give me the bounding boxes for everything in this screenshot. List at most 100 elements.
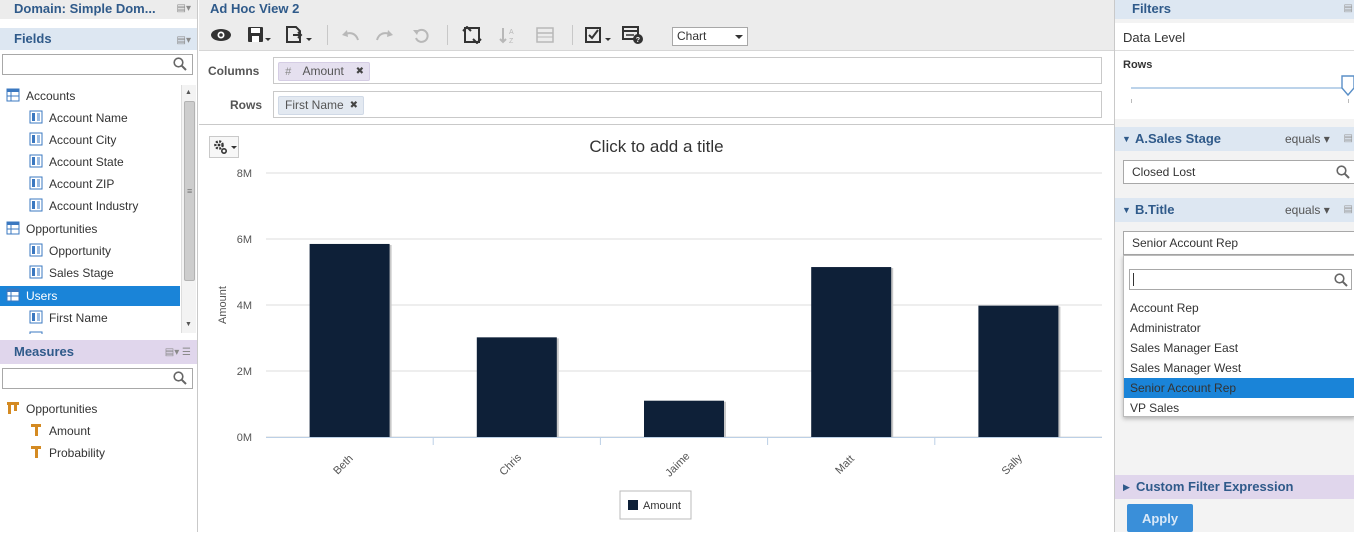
filter-b-operator[interactable]: equals ▾ bbox=[1285, 198, 1330, 222]
fields-scrollbar[interactable]: ▲ ≡ ▼ bbox=[181, 85, 196, 333]
y-tick-label: 0M bbox=[237, 432, 252, 444]
filter-b-option[interactable]: Sales Manager West bbox=[1124, 358, 1354, 378]
x-tick-label: Chris bbox=[497, 451, 524, 478]
filter-b-header[interactable]: ▼ B.Title equals ▾ ▤ bbox=[1115, 198, 1354, 222]
columns-dropzone[interactable]: # Amount ✖ bbox=[273, 57, 1102, 84]
redo-icon[interactable] bbox=[374, 25, 396, 45]
table-layout-icon[interactable] bbox=[533, 25, 557, 45]
field-item[interactable]: Sales Stage bbox=[29, 263, 114, 283]
field-item[interactable]: Account State bbox=[29, 152, 124, 172]
custom-filter-header[interactable]: ▶ Custom Filter Expression bbox=[1115, 475, 1354, 499]
filters-menu-icon[interactable]: ▤ bbox=[1344, 0, 1353, 18]
rows-label: Rows bbox=[230, 98, 263, 112]
measure-item[interactable]: Probability bbox=[29, 443, 105, 463]
filter-b-option[interactable]: Administrator bbox=[1124, 318, 1354, 338]
filter-b-name: B.Title bbox=[1135, 202, 1175, 217]
display-options-icon[interactable] bbox=[583, 25, 613, 45]
tree-item-label: Opportunity bbox=[49, 244, 112, 258]
query-properties-icon[interactable]: ? bbox=[621, 25, 645, 45]
slider-handle[interactable] bbox=[1341, 75, 1354, 97]
domain-title: Domain: Simple Dom... bbox=[14, 1, 156, 16]
field-group[interactable]: Opportunities bbox=[6, 219, 97, 239]
domain-header: Domain: Simple Dom... ▤▾ bbox=[0, 0, 197, 19]
fields-search-input[interactable] bbox=[2, 54, 193, 75]
field-item[interactable]: First Name bbox=[29, 308, 108, 328]
field-item[interactable]: Opportunity bbox=[29, 241, 111, 261]
toolbar: AZ ? Chart bbox=[199, 19, 1114, 51]
preview-eye-icon[interactable] bbox=[209, 25, 233, 45]
column-pill-label: Amount bbox=[302, 64, 344, 78]
apply-button[interactable]: Apply bbox=[1127, 504, 1193, 532]
scrollbar-thumb[interactable]: ≡ bbox=[184, 101, 195, 281]
filter-b-option[interactable]: Account Rep bbox=[1124, 298, 1354, 318]
table-icon bbox=[6, 288, 20, 302]
filter-a-input[interactable]: Closed Lost bbox=[1123, 160, 1354, 184]
field-icon bbox=[29, 110, 43, 124]
chart-title[interactable]: Click to add a title bbox=[199, 137, 1114, 157]
table-icon bbox=[6, 88, 20, 102]
field-group[interactable]: Accounts bbox=[6, 86, 75, 106]
filter-b-option[interactable]: VP Sales bbox=[1124, 398, 1354, 418]
field-item[interactable]: Account City bbox=[29, 130, 116, 150]
x-tick-label: Beth bbox=[331, 453, 355, 477]
filter-b-search-input[interactable] bbox=[1129, 269, 1352, 290]
field-group[interactable]: Users bbox=[0, 286, 180, 306]
remove-column-icon[interactable]: ✖ bbox=[356, 63, 364, 80]
filter-a-menu-icon[interactable]: ▤ bbox=[1344, 127, 1353, 151]
search-icon[interactable] bbox=[1334, 273, 1348, 287]
view-title: Ad Hoc View 2 bbox=[199, 0, 1114, 19]
legend-label: Amount bbox=[643, 500, 681, 512]
undo-all-icon[interactable] bbox=[410, 25, 432, 45]
search-icon[interactable] bbox=[173, 371, 187, 385]
sort-icon[interactable]: AZ bbox=[496, 25, 520, 45]
custom-filter-label: Custom Filter Expression bbox=[1136, 479, 1294, 494]
collapse-triangle-icon[interactable]: ▼ bbox=[1122, 198, 1131, 222]
fields-menu-icon[interactable]: ▤▾ bbox=[177, 30, 191, 52]
field-icon bbox=[29, 198, 43, 212]
filter-a-operator[interactable]: equals ▾ bbox=[1285, 127, 1330, 151]
measures-menu-icon[interactable]: ▤▾ ☰ bbox=[165, 341, 191, 365]
chevron-down-icon bbox=[735, 35, 743, 39]
remove-row-icon[interactable]: ✖ bbox=[350, 97, 358, 114]
expand-triangle-icon[interactable]: ▶ bbox=[1123, 475, 1130, 499]
field-icon bbox=[29, 132, 43, 146]
save-icon[interactable] bbox=[245, 25, 273, 45]
tree-item-label: Opportunities bbox=[26, 222, 98, 236]
filter-b-option[interactable]: Senior Account Rep bbox=[1124, 378, 1354, 398]
data-level-slider-panel: Rows bbox=[1115, 51, 1354, 119]
row-pill-first-name[interactable]: First Name ✖ bbox=[278, 96, 364, 115]
filter-a-header[interactable]: ▼ A.Sales Stage equals ▾ ▤ bbox=[1115, 127, 1354, 151]
measure-item[interactable]: Amount bbox=[29, 421, 90, 441]
field-item[interactable]: Account Name bbox=[29, 108, 128, 128]
panel-menu-icon[interactable]: ▤▾ bbox=[177, 0, 191, 18]
chart-type-select[interactable]: Chart bbox=[672, 27, 748, 46]
tree-item-label: Account Name bbox=[49, 111, 128, 125]
field-item[interactable]: Account Industry bbox=[29, 196, 138, 216]
filters-title: Filters bbox=[1132, 1, 1172, 16]
switch-axes-icon[interactable] bbox=[460, 25, 484, 45]
field-item[interactable]: Account ZIP bbox=[29, 174, 114, 194]
undo-icon[interactable] bbox=[339, 25, 361, 45]
search-icon[interactable] bbox=[173, 57, 187, 71]
filter-b-menu-icon[interactable]: ▤ bbox=[1344, 198, 1353, 222]
tree-item-label: Account State bbox=[49, 155, 124, 169]
collapse-triangle-icon[interactable]: ▼ bbox=[1122, 127, 1131, 151]
data-level-slider[interactable] bbox=[1131, 87, 1349, 89]
export-icon[interactable] bbox=[284, 25, 314, 45]
scroll-up-icon[interactable]: ▲ bbox=[185, 89, 192, 96]
scroll-down-icon[interactable]: ▼ bbox=[185, 321, 192, 328]
data-level-row: Data Level bbox=[1115, 23, 1354, 51]
filter-a-value: Closed Lost bbox=[1132, 165, 1196, 179]
rows-dropzone[interactable]: First Name ✖ bbox=[273, 91, 1102, 118]
search-icon[interactable] bbox=[1336, 165, 1350, 179]
measure-group[interactable]: Opportunities bbox=[6, 399, 97, 419]
measures-search-input[interactable] bbox=[2, 368, 193, 389]
bar bbox=[811, 267, 892, 437]
filter-b-option[interactable]: Sales Manager East bbox=[1124, 338, 1354, 358]
filter-b-combobox[interactable]: Senior Account Rep bbox=[1123, 231, 1354, 255]
column-pill-amount[interactable]: # Amount ✖ bbox=[278, 62, 370, 81]
columns-label: Columns bbox=[208, 64, 260, 78]
chart-area: Click to add a title 0M 2M 4M 6M 8M Amount Bet… bbox=[199, 124, 1114, 532]
fields-panel: Domain: Simple Dom... ▤▾ Fields ▤▾ Accou… bbox=[0, 0, 198, 532]
y-tick-label: 6M bbox=[237, 234, 252, 246]
